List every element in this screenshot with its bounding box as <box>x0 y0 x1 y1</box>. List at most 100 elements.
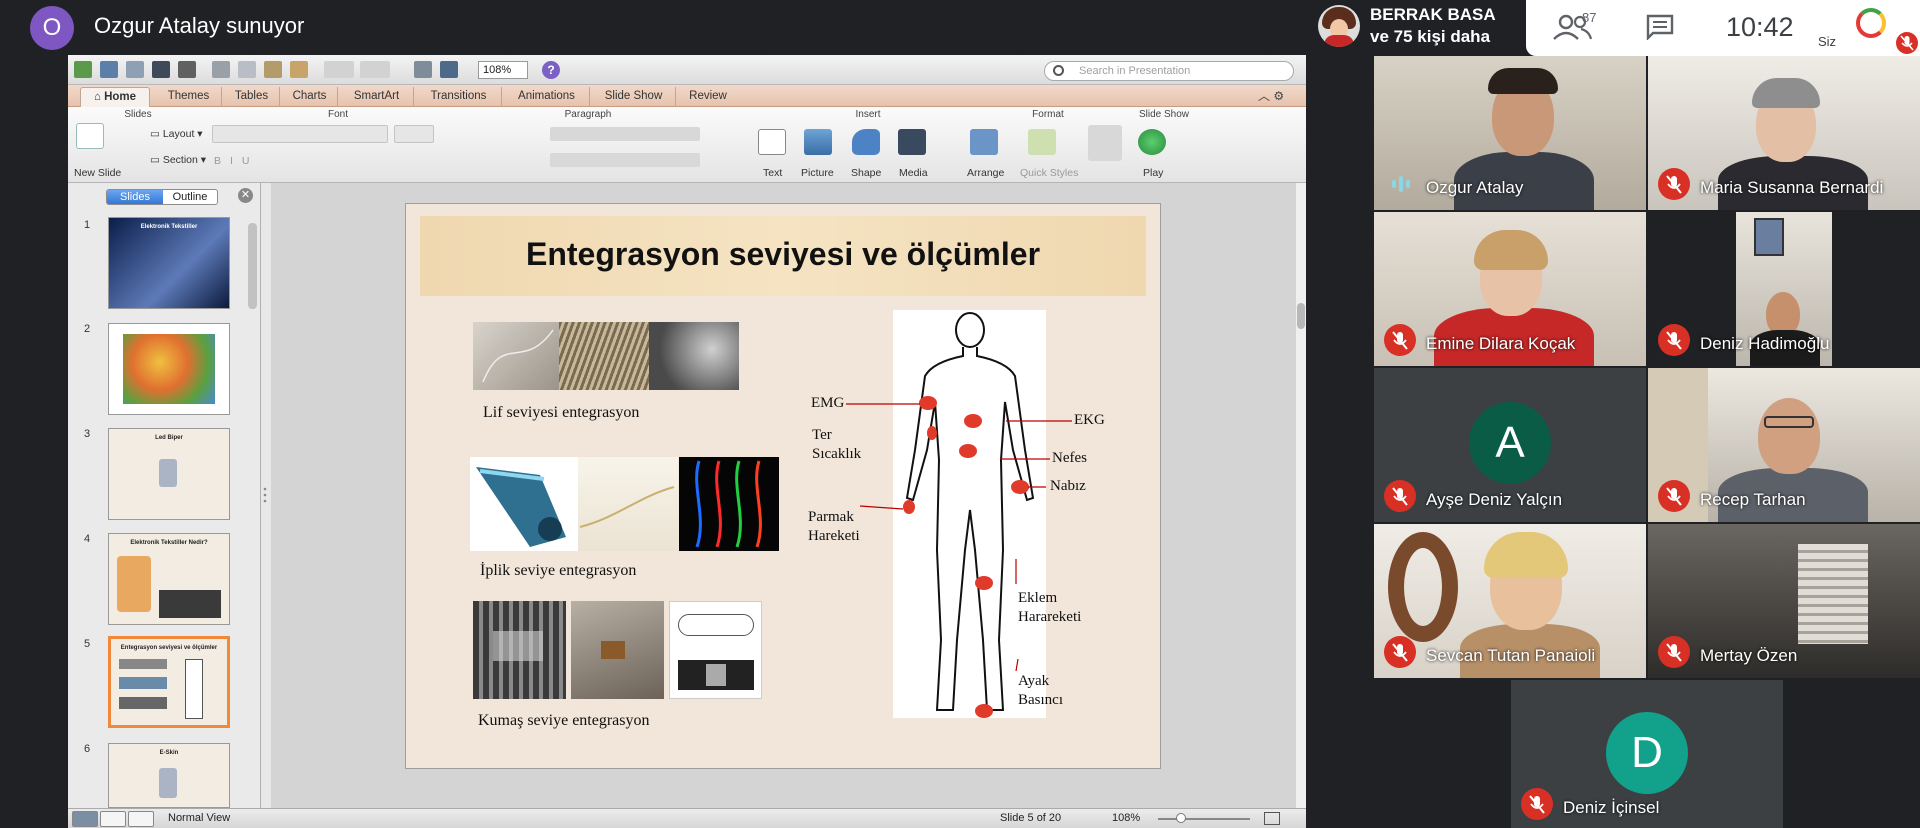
cut-icon[interactable] <box>212 61 230 78</box>
show-icon[interactable] <box>440 61 458 78</box>
zoom-slider-knob[interactable] <box>1176 813 1186 823</box>
tab-review[interactable]: Review <box>678 87 738 107</box>
slide-thumbnail-3[interactable]: Led Biper <box>108 428 230 520</box>
tab-outline-pane[interactable]: Outline <box>163 190 217 204</box>
label-parmak: Parmak <box>808 509 854 525</box>
slide-thumbnail-6[interactable]: E-Skin <box>108 743 230 808</box>
new-slide-button[interactable]: New Slide <box>74 167 121 179</box>
tab-home[interactable]: ⌂ Home <box>80 87 150 107</box>
participant-name: Ozgur Atalay <box>1426 178 1524 197</box>
participant-tile[interactable]: Recep Tarhan <box>1648 368 1920 522</box>
quick-styles-button[interactable]: Quick Styles <box>1020 167 1078 179</box>
font-size-box[interactable] <box>394 125 434 143</box>
shape-icon[interactable] <box>852 129 880 155</box>
zoom-select[interactable]: 108% <box>478 61 528 79</box>
play-button[interactable]: Play <box>1143 167 1163 179</box>
slide-thumbnail-1[interactable]: Elektronik Tekstiller <box>108 217 230 309</box>
new-slide-icon[interactable] <box>76 123 104 149</box>
media-button[interactable]: Media <box>899 167 928 179</box>
pane-resize-handle[interactable] <box>263 485 267 505</box>
section-button[interactable]: ▭ Section ▾ <box>150 154 206 166</box>
layout-button[interactable]: ▭ Layout ▾ <box>150 128 203 140</box>
clock-time: 10:42 <box>1726 12 1794 42</box>
viewers-text: BERRAK BASA ve 75 kişi daha <box>1370 4 1496 48</box>
self-avatar-logo <box>1856 8 1886 38</box>
group-slide-show: Slide Show <box>1138 109 1190 120</box>
text-button[interactable]: Text <box>763 167 782 179</box>
align-buttons[interactable] <box>550 153 700 167</box>
slide-thumbnail-4[interactable]: Elektronik Tekstiller Nedir? <box>108 533 230 625</box>
picture-button[interactable]: Picture <box>801 167 834 179</box>
show-view-icon[interactable] <box>128 811 154 827</box>
text-box-icon[interactable] <box>758 129 786 155</box>
tab-slide-show[interactable]: Slide Show <box>592 87 676 107</box>
paste-icon[interactable] <box>264 61 282 78</box>
zoom-slider[interactable] <box>1158 818 1250 820</box>
undo-icon[interactable] <box>324 61 354 78</box>
slide-5[interactable]: Entegrasyon seviyesi ve ölçümler Lif sev… <box>405 203 1161 769</box>
participant-name: Deniz İçinsel <box>1563 798 1660 817</box>
participant-tile[interactable]: Maria Susanna Bernardi <box>1648 56 1920 210</box>
participant-tile[interactable]: Deniz Hadimoğlu <box>1648 212 1920 366</box>
sorter-view-icon[interactable] <box>100 811 126 827</box>
font-style-buttons[interactable]: BIU <box>214 155 259 167</box>
tab-charts[interactable]: Charts <box>282 87 338 107</box>
status-bar: Normal View Slide 5 of 20 108% <box>68 808 1306 828</box>
arrange-icon[interactable] <box>970 129 998 155</box>
participant-tile[interactable]: Emine Dilara Koçak <box>1374 212 1646 366</box>
chat-icon[interactable] <box>1646 14 1674 40</box>
search-input[interactable]: Search in Presentation <box>1044 61 1294 81</box>
participant-tile[interactable]: Sevcan Tutan Panaioli <box>1374 524 1646 678</box>
arrange-button[interactable]: Arrange <box>967 167 1004 179</box>
slide-thumbnail-2[interactable] <box>108 323 230 415</box>
format-tools-icon[interactable] <box>1088 125 1122 161</box>
collapse-ribbon-icon[interactable]: ︿ ⚙ <box>1258 87 1284 104</box>
viewers-box[interactable]: BERRAK BASA ve 75 kişi daha <box>1310 0 1526 52</box>
play-icon[interactable] <box>1138 129 1166 155</box>
ribbon: Slides Font Paragraph Insert Format Slid… <box>68 107 1306 183</box>
media-icon[interactable] <box>898 129 926 155</box>
open-icon[interactable] <box>126 61 144 78</box>
tab-smartart[interactable]: SmartArt <box>340 87 414 107</box>
search-icon <box>1053 65 1064 76</box>
meet-window: O Ozgur Atalay sunuyor BERRAK BASA ve 75… <box>0 0 1920 828</box>
save-icon[interactable] <box>152 61 170 78</box>
ribbon-tabs: ⌂ Home Themes Tables Charts SmartArt Tra… <box>68 85 1306 107</box>
tab-animations[interactable]: Animations <box>504 87 590 107</box>
picture-icon[interactable] <box>804 129 832 155</box>
participant-tile[interactable]: Mertay Özen <box>1648 524 1920 678</box>
redo-icon[interactable] <box>360 61 390 78</box>
format-painter-icon[interactable] <box>290 61 308 78</box>
self-label: Siz <box>1818 34 1837 49</box>
help-icon[interactable]: ? <box>542 61 560 79</box>
close-pane-icon[interactable]: ✕ <box>238 188 253 203</box>
normal-view-icon[interactable] <box>72 811 98 827</box>
speaking-indicator-icon <box>1392 176 1410 192</box>
participant-tile[interactable]: D Deniz İçinsel <box>1511 680 1783 828</box>
new-icon[interactable] <box>74 61 92 78</box>
tab-themes[interactable]: Themes <box>156 87 222 107</box>
tab-slides-pane[interactable]: Slides <box>107 190 163 204</box>
quick-styles-icon[interactable] <box>1028 129 1056 155</box>
print-icon[interactable] <box>178 61 196 78</box>
group-font: Font <box>327 109 348 120</box>
pane-toggle[interactable]: Slides Outline <box>106 189 218 205</box>
gallery-icon[interactable] <box>100 61 118 78</box>
participant-tile[interactable]: A Ayşe Deniz Yalçın <box>1374 368 1646 522</box>
participant-tile[interactable]: Ozgur Atalay <box>1374 56 1646 210</box>
copy-icon[interactable] <box>238 61 256 78</box>
tab-tables[interactable]: Tables <box>224 87 280 107</box>
label-nefes: Nefes <box>1052 450 1087 466</box>
font-name-box[interactable] <box>212 125 388 143</box>
label-eklem-hareketi: Harareketi <box>1018 609 1082 625</box>
canvas-scrollbar[interactable] <box>1296 183 1306 808</box>
shape-button[interactable]: Shape <box>851 167 881 179</box>
tab-transitions[interactable]: Transitions <box>416 87 502 107</box>
fit-window-icon[interactable] <box>1264 812 1280 825</box>
mic-off-icon <box>1658 480 1690 512</box>
thumb-title: Elektronik Tekstiller <box>140 224 198 230</box>
slide-thumbnail-5[interactable]: Entegrasyon seviyesi ve ölçümler <box>108 636 230 728</box>
pane-scrollbar[interactable] <box>248 223 257 309</box>
slides-icon[interactable] <box>414 61 432 78</box>
list-buttons[interactable] <box>550 127 700 141</box>
